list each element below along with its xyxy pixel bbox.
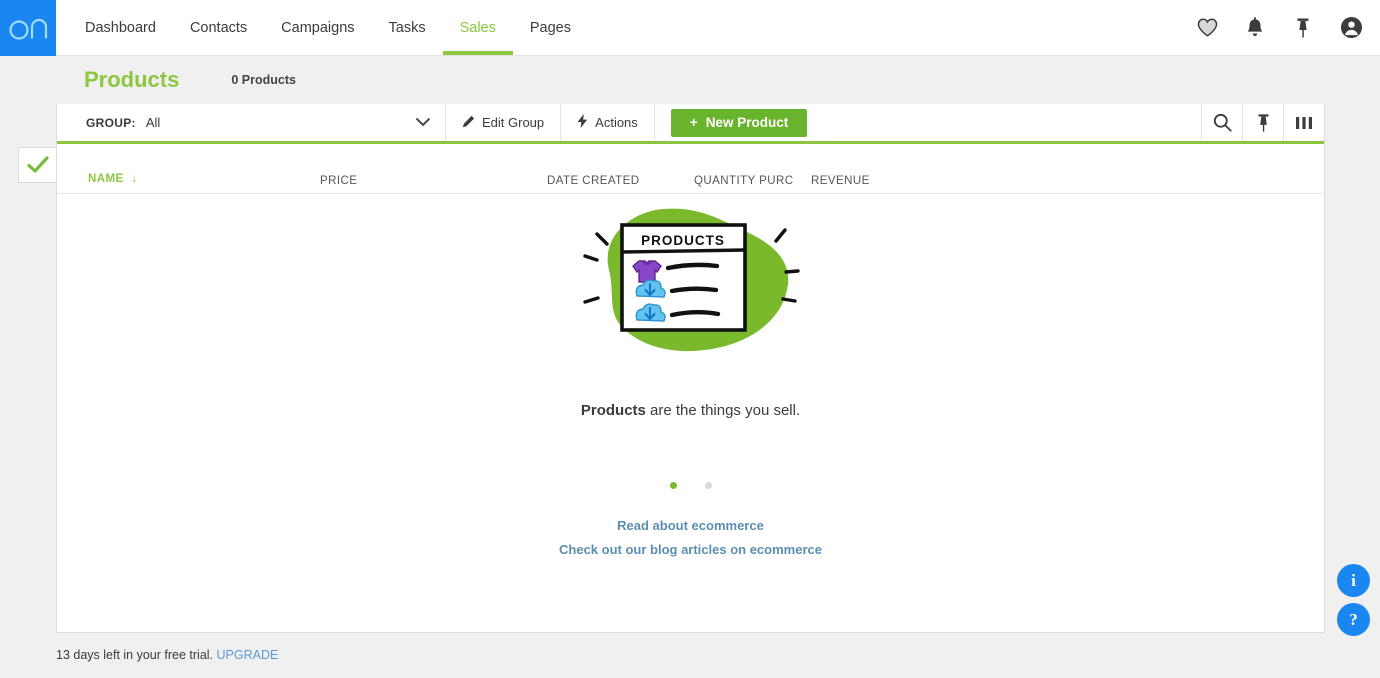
- nav-item-dashboard[interactable]: Dashboard: [68, 0, 173, 55]
- empty-state-message: Products are the things you sell.: [581, 402, 800, 419]
- nav-item-label: Sales: [459, 19, 496, 36]
- column-header-label: QUANTITY PURC: [694, 175, 794, 187]
- group-dropdown-value: All: [145, 115, 161, 130]
- lightning-icon: [577, 114, 588, 131]
- trial-footer: 13 days left in your free trial. UPGRADE: [56, 648, 278, 662]
- product-count: 0 Products: [231, 73, 296, 87]
- empty-state-message-bold: Products: [580, 402, 646, 419]
- nav-item-tasks[interactable]: Tasks: [372, 0, 443, 55]
- nav-item-label: Dashboard: [85, 19, 156, 36]
- chevron-down-icon: [415, 114, 431, 132]
- empty-state-links: Read about ecommerce Check out our blog …: [559, 518, 822, 557]
- read-about-ecommerce-link[interactable]: Read about ecommerce: [617, 518, 764, 533]
- nav-item-contacts[interactable]: Contacts: [173, 0, 264, 55]
- actions-label: Actions: [595, 115, 638, 130]
- pin-icon[interactable]: [1242, 104, 1283, 141]
- logo-on-mark: [9, 18, 48, 40]
- pin-icon[interactable]: [1290, 15, 1316, 41]
- new-product-button[interactable]: + New Product: [670, 108, 808, 137]
- columns-icon[interactable]: [1283, 104, 1324, 141]
- group-dropdown[interactable]: GROUP: All: [57, 104, 446, 141]
- carousel-dots: [669, 482, 712, 489]
- search-icon[interactable]: [1201, 104, 1242, 141]
- floating-action-buttons: i ?: [1337, 564, 1370, 636]
- nav-item-sales[interactable]: Sales: [442, 0, 514, 55]
- column-header-label: REVENUE: [811, 175, 870, 187]
- products-list-illustration: PRODUCTS: [571, 198, 811, 363]
- account-icon[interactable]: [1338, 15, 1364, 41]
- svg-text:PRODUCTS: PRODUCTS: [641, 233, 725, 248]
- top-navigation-bar: Dashboard Contacts Campaigns Tasks Sales…: [0, 0, 1380, 56]
- edit-group-label: Edit Group: [482, 115, 545, 130]
- column-header-revenue[interactable]: REVENUE: [811, 175, 870, 187]
- column-header-label: PRICE: [320, 175, 358, 187]
- carousel-dot-1[interactable]: [669, 482, 677, 489]
- group-dropdown-label: GROUP:: [86, 115, 136, 130]
- edit-group-button[interactable]: Edit Group: [446, 104, 562, 141]
- column-header-date-created[interactable]: DATE CREATED: [547, 175, 640, 187]
- empty-state: PRODUCTS Products are the things you sel…: [57, 198, 1324, 557]
- nav-item-label: Pages: [529, 19, 571, 36]
- column-header-price[interactable]: PRICE: [320, 175, 357, 187]
- actions-button[interactable]: Actions: [561, 104, 655, 141]
- help-fab[interactable]: ?: [1337, 603, 1370, 636]
- products-panel: GROUP: All Edit Group Actions + New Prod…: [56, 104, 1325, 633]
- checkmark-icon: [26, 156, 49, 173]
- info-fab[interactable]: i: [1337, 564, 1370, 597]
- nav-right-icons: [1194, 0, 1380, 55]
- empty-state-message-rest: are the things you sell.: [645, 402, 801, 419]
- bell-icon[interactable]: [1242, 15, 1268, 41]
- column-header-label: DATE CREATED: [547, 175, 640, 187]
- plus-icon: +: [689, 115, 698, 130]
- nav-item-label: Tasks: [388, 19, 426, 36]
- nav-item-label: Campaigns: [281, 19, 355, 36]
- column-header-label: NAME: [88, 173, 124, 185]
- toolbar-right-icons: [1201, 104, 1324, 141]
- column-header-name[interactable]: NAME ↓: [88, 173, 138, 185]
- new-product-label: New Product: [705, 115, 789, 130]
- nav-item-label: Contacts: [189, 19, 248, 36]
- nav-item-campaigns[interactable]: Campaigns: [264, 0, 371, 55]
- heart-icon[interactable]: [1194, 15, 1220, 41]
- page-header: Products 0 Products: [0, 56, 1380, 104]
- primary-nav-list: Dashboard Contacts Campaigns Tasks Sales…: [68, 0, 588, 55]
- page-title: Products: [84, 67, 180, 92]
- select-all-tab[interactable]: [18, 147, 56, 183]
- app-logo[interactable]: [0, 0, 56, 56]
- trial-text: 13 days left in your free trial.: [56, 648, 214, 662]
- table-header-row: NAME ↓ PRICE DATE CREATED QUANTITY PURC …: [57, 144, 1324, 194]
- sort-arrow-icon: ↓: [131, 173, 138, 185]
- upgrade-link[interactable]: UPGRADE: [217, 648, 279, 662]
- pencil-icon: [462, 115, 475, 131]
- panel-toolbar: GROUP: All Edit Group Actions + New Prod…: [57, 104, 1324, 144]
- column-header-quantity-purchased[interactable]: QUANTITY PURC: [694, 175, 794, 187]
- blog-articles-ecommerce-link[interactable]: Check out our blog articles on ecommerce: [559, 542, 822, 557]
- nav-item-pages[interactable]: Pages: [513, 0, 588, 55]
- carousel-dot-2[interactable]: [704, 482, 712, 489]
